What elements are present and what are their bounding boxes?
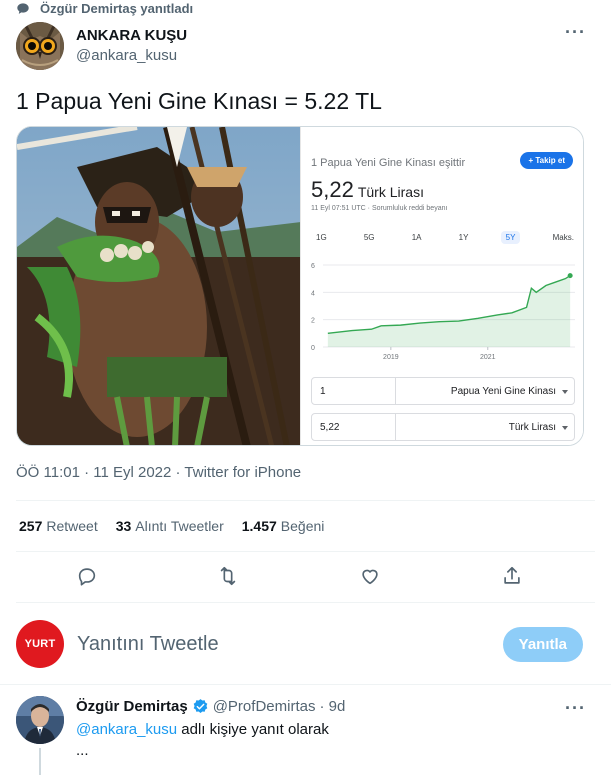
more-options-icon[interactable]: ··· bbox=[565, 22, 586, 43]
share-icon[interactable] bbox=[501, 565, 525, 589]
quote-stat[interactable]: 33 Alıntı Tweetler bbox=[116, 518, 224, 534]
currency-widget[interactable]: 1 Papua Yeni Gine Kinası eşittir + Takip… bbox=[300, 127, 583, 445]
yurt-avatar[interactable]: YURT bbox=[16, 620, 64, 668]
quote-label: Alıntı Tweetler bbox=[135, 518, 224, 534]
like-label: Beğeni bbox=[280, 518, 325, 534]
reply-context-text: Özgür Demirtaş yanıtladı bbox=[40, 1, 194, 16]
range-tabs: 1G 5G 1A 1Y 5Y Maks. bbox=[311, 231, 579, 244]
tweet-timestamp[interactable]: ÖÖ 11:01 · 11 Eyl 2022 · Twitter for iPh… bbox=[16, 464, 301, 481]
like-icon[interactable] bbox=[359, 565, 383, 589]
replying-to: @ankara_kusu adlı kişiye yanıt olarak bbox=[76, 721, 329, 738]
x-tick-label: 2019 bbox=[383, 354, 399, 361]
quote-count: 33 bbox=[115, 518, 132, 534]
reply-button[interactable]: Yanıtla bbox=[502, 627, 583, 662]
reply-time[interactable]: · 9d bbox=[319, 698, 345, 715]
speech-bubble-icon bbox=[17, 2, 29, 14]
tweet-actions bbox=[0, 562, 611, 592]
tweet-stats: 257 Retweet 33 Alıntı Tweetler 1.457 Beğeni bbox=[19, 518, 324, 534]
tweet-author[interactable]: ANKARA KUŞU @ankara_kusu bbox=[16, 22, 187, 70]
divider bbox=[16, 500, 595, 501]
tweet-media[interactable]: 1 Papua Yeni Gine Kinası eşittir + Takip… bbox=[16, 126, 584, 446]
follow-button[interactable]: + Takip et bbox=[520, 152, 573, 169]
retweet-icon[interactable] bbox=[217, 565, 241, 589]
currency-unit: Türk Lirası bbox=[357, 184, 424, 200]
retweet-stat[interactable]: 257 Retweet bbox=[19, 518, 98, 534]
divider bbox=[0, 684, 611, 685]
author-name[interactable]: ANKARA KUŞU bbox=[76, 26, 187, 46]
converter-to-amount[interactable]: 5,22 bbox=[312, 414, 396, 440]
tweet-text: 1 Papua Yeni Gine Kınası = 5.22 TL bbox=[16, 88, 382, 114]
ozgur-avatar[interactable] bbox=[16, 696, 64, 744]
retweet-count: 257 bbox=[19, 518, 43, 534]
range-tab-1y[interactable]: 1Y bbox=[454, 231, 474, 244]
x-tick-label: 2021 bbox=[480, 354, 496, 361]
range-tab-1g[interactable]: 1G bbox=[311, 231, 332, 244]
converter-to-currency[interactable]: Türk Lirası bbox=[396, 422, 574, 433]
like-count: 1.457 bbox=[241, 518, 277, 534]
like-stat[interactable]: 1.457 Beğeni bbox=[242, 518, 325, 534]
chart-area bbox=[327, 275, 571, 347]
reply-header: Özgür Demirtaş @ProfDemirtas · 9d bbox=[76, 698, 345, 715]
exchange-rate-chart: 6 4 2 0 2019 2021 bbox=[311, 263, 575, 361]
divider bbox=[16, 551, 595, 552]
chart-endpoint bbox=[567, 273, 573, 279]
y-tick-label: 0 bbox=[311, 345, 315, 352]
verified-badge-icon bbox=[193, 699, 208, 713]
divider bbox=[16, 602, 595, 603]
range-tab-5y[interactable]: 5Y bbox=[500, 231, 521, 244]
reply-more-options-icon[interactable]: ··· bbox=[565, 698, 586, 719]
reply-icon[interactable] bbox=[76, 565, 100, 589]
range-tab-max[interactable]: Maks. bbox=[548, 231, 579, 244]
reply-composer[interactable]: YURT Yanıtını Tweetle Yanıtla bbox=[16, 619, 595, 669]
thread-line bbox=[39, 748, 41, 775]
y-tick-label: 2 bbox=[311, 318, 315, 325]
currency-widget-title: 1 Papua Yeni Gine Kinası eşittir bbox=[311, 157, 466, 169]
tribal-photo[interactable] bbox=[17, 127, 300, 445]
reply-author-name[interactable]: Özgür Demirtaş bbox=[76, 698, 188, 715]
reply-input[interactable]: Yanıtını Tweetle bbox=[77, 633, 219, 656]
range-tab-5g[interactable]: 5G bbox=[359, 231, 380, 244]
reply-context: Özgür Demirtaş yanıtladı bbox=[16, 1, 193, 16]
converter-to[interactable]: 5,22 Türk Lirası bbox=[311, 413, 575, 441]
owl-avatar[interactable] bbox=[16, 22, 64, 70]
author-handle[interactable]: @ankara_kusu bbox=[76, 46, 187, 66]
currency-value-row: 5,22 Türk Lirası bbox=[311, 177, 424, 203]
reply-text: ... bbox=[76, 742, 89, 759]
y-tick-label: 4 bbox=[311, 290, 315, 297]
y-tick-label: 6 bbox=[311, 263, 315, 270]
converter-from-currency[interactable]: Papua Yeni Gine Kinası bbox=[396, 386, 574, 397]
currency-meta: 11 Eyl 07:51 UTC · Sorumluluk reddi beya… bbox=[311, 205, 448, 212]
yurt-avatar-text: YURT bbox=[24, 638, 56, 650]
currency-value: 5,22 bbox=[311, 177, 354, 202]
mention-link[interactable]: @ankara_kusu bbox=[76, 721, 177, 738]
replying-to-text: adlı kişiye yanıt olarak bbox=[177, 721, 329, 738]
retweet-label: Retweet bbox=[46, 518, 98, 534]
converter-from-amount[interactable]: 1 bbox=[312, 378, 396, 404]
converter-from[interactable]: 1 Papua Yeni Gine Kinası bbox=[311, 377, 575, 405]
range-tab-1a[interactable]: 1A bbox=[407, 231, 427, 244]
reply-author-handle[interactable]: @ProfDemirtas bbox=[213, 698, 316, 715]
